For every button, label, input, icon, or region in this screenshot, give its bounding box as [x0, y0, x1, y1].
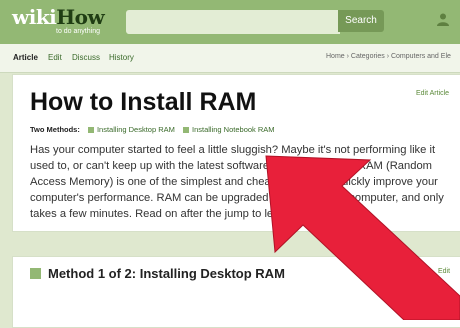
- tab-discuss[interactable]: Discuss: [72, 53, 100, 62]
- logo-tagline: to do anything: [56, 28, 100, 35]
- logo-how-text: How: [56, 5, 105, 29]
- method-square-icon: [87, 126, 94, 133]
- section-square-icon: [30, 268, 41, 279]
- search-button[interactable]: Search: [338, 10, 384, 32]
- tab-bar: Article Edit Discuss History Home › Cate…: [0, 44, 460, 73]
- tab-history[interactable]: History: [109, 53, 134, 62]
- breadcrumb[interactable]: Home › Categories › Computers and Ele: [326, 53, 451, 60]
- edit-article-link[interactable]: Edit Article: [416, 90, 449, 97]
- wikihow-logo[interactable]: wikiHow to do anything: [12, 5, 105, 35]
- site-header: wikiHow to do anything Search: [0, 0, 460, 44]
- method-link-desktop[interactable]: Installing Desktop RAM: [87, 125, 175, 134]
- section-title: Method 1 of 2: Installing Desktop RAM: [48, 266, 285, 281]
- methods-row: Two Methods: Installing Desktop RAM Inst…: [30, 125, 275, 134]
- page-title: How to Install RAM: [30, 88, 257, 116]
- tab-edit[interactable]: Edit: [48, 53, 62, 62]
- profile-icon[interactable]: [436, 12, 450, 26]
- search-input[interactable]: [126, 10, 340, 34]
- logo-wiki-text: wiki: [12, 5, 57, 29]
- edit-section-link[interactable]: Edit: [438, 268, 450, 275]
- method-square-icon: [183, 126, 189, 133]
- method-link-notebook-label: Installing Notebook RAM: [192, 125, 275, 134]
- methods-label: Two Methods:: [30, 125, 80, 134]
- tab-article[interactable]: Article: [13, 53, 38, 62]
- article-intro: Has your computer started to feel a litt…: [30, 144, 444, 220]
- method-link-desktop-label: Installing Desktop RAM: [96, 125, 175, 134]
- method-link-notebook[interactable]: Installing Notebook RAM: [183, 125, 275, 134]
